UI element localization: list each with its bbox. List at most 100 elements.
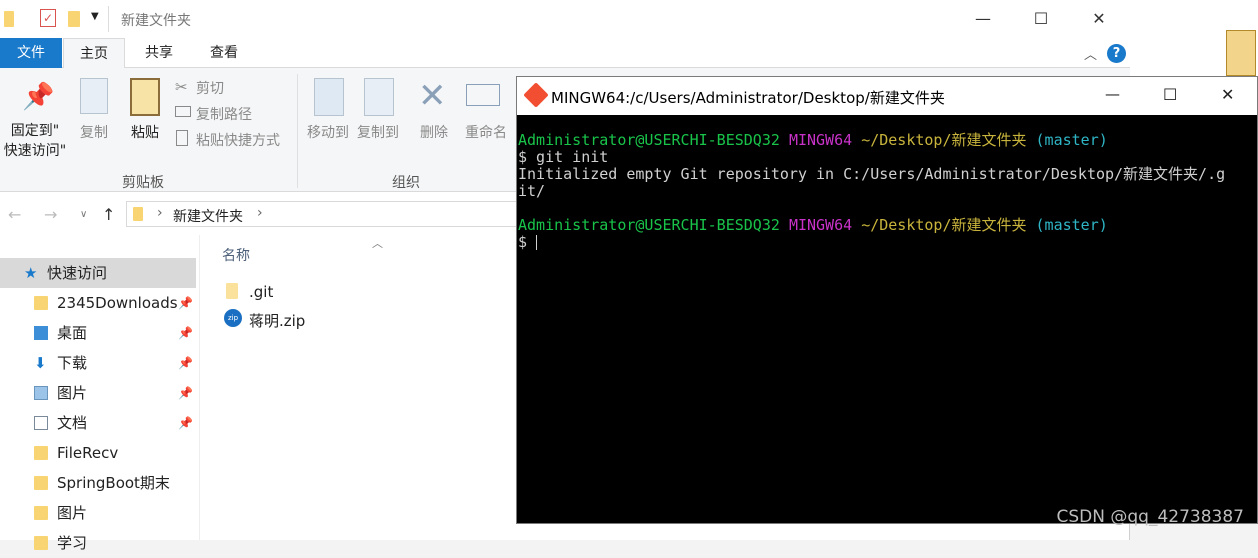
maximize-button[interactable]: ☐ xyxy=(1018,4,1064,34)
sidebar-item-pictures-folder[interactable]: 图片 xyxy=(0,498,196,528)
desktop-file-icon xyxy=(1226,30,1256,76)
navigation-pane: ★ 快速访问 2345Downloads 📌 桌面 📌 ⬇ 下载 📌 图片 📌 … xyxy=(0,235,200,552)
rename-button[interactable]: 重命名 xyxy=(460,122,512,142)
file-name: 蒋明.zip xyxy=(249,312,306,330)
copy-to-button[interactable]: 复制到 xyxy=(352,122,404,142)
paste-icon xyxy=(130,78,160,116)
prompt-env: MINGW64 xyxy=(788,131,853,149)
tab-view[interactable]: 查看 xyxy=(193,38,255,68)
list-item[interactable]: zip 蒋明.zip xyxy=(220,308,440,330)
recent-locations-icon[interactable]: ∨ xyxy=(80,209,87,220)
copy-path-button[interactable]: 复制路径 xyxy=(196,104,252,124)
ribbon-tabs: 文件 主页 共享 查看 ︿ ? xyxy=(0,38,1130,69)
tab-file[interactable]: 文件 xyxy=(0,38,62,68)
title-bar: ✓ ▼ 新建文件夹 — ☐ ✕ xyxy=(0,0,1130,38)
minimize-button[interactable]: — xyxy=(960,4,1006,34)
address-bar[interactable]: › 新建文件夹 › xyxy=(126,201,526,227)
terminal-output[interactable]: Administrator@USERCHI-BESDQ32 MINGW64 ~/… xyxy=(518,115,1256,523)
terminal-maximize-button[interactable]: ☐ xyxy=(1163,85,1177,104)
forward-icon[interactable]: → xyxy=(44,205,57,224)
folder-icon xyxy=(34,506,48,520)
help-icon[interactable]: ? xyxy=(1107,44,1126,63)
sidebar-item-documents[interactable]: 文档 📌 xyxy=(0,408,196,438)
sidebar-item-label: 学习 xyxy=(57,534,88,552)
prompt-line: Administrator@USERCHI-BESDQ32 MINGW64 ~/… xyxy=(518,217,1256,234)
sort-ascending-icon: ︿ xyxy=(372,237,383,250)
cut-button[interactable]: 剪切 xyxy=(196,78,224,98)
output-line: Initialized empty Git repository in C:/U… xyxy=(518,165,1226,183)
move-to-button[interactable]: 移动到 xyxy=(302,122,354,142)
chevron-down-icon[interactable]: ▼ xyxy=(91,11,99,22)
terminal-close-button[interactable]: ✕ xyxy=(1221,85,1234,104)
delete-button[interactable]: 删除 xyxy=(412,122,456,142)
sidebar-item-filerecv[interactable]: FileRecv xyxy=(0,438,196,468)
pin-icon: 📌 xyxy=(178,386,193,400)
sidebar-item-2345downloads[interactable]: 2345Downloads 📌 xyxy=(0,288,196,318)
sidebar-item-label: 快速访问 xyxy=(47,264,108,282)
group-clipboard-label: 剪贴板 xyxy=(122,175,164,191)
documents-icon xyxy=(34,416,48,430)
sidebar-item-label: 文档 xyxy=(57,414,88,432)
sidebar-item-label: FileRecv xyxy=(57,444,119,462)
terminal-title: MINGW64:/c/Users/Administrator/Desktop/新… xyxy=(551,89,945,107)
command-line: $ git init xyxy=(518,148,609,166)
prompt-branch: (master) xyxy=(1035,131,1108,149)
pin-to-quick-access-button[interactable]: 固定到" 快速访问" xyxy=(2,120,68,160)
collapse-ribbon-icon[interactable]: ︿ xyxy=(1084,44,1097,63)
pin-label-line-1: 固定到" xyxy=(10,123,60,139)
output-line: it/ xyxy=(518,182,546,200)
terminal-title-bar: MINGW64:/c/Users/Administrator/Desktop/新… xyxy=(517,77,1257,115)
sidebar-item-springboot[interactable]: SpringBoot期末 xyxy=(0,468,196,498)
breadcrumb-separator: › xyxy=(257,205,263,221)
column-header-name[interactable]: 名称 xyxy=(222,245,250,265)
folder-icon xyxy=(34,296,48,310)
folder-icon xyxy=(34,476,48,490)
paste-shortcut-icon xyxy=(176,130,188,146)
list-item[interactable]: .git xyxy=(220,281,440,303)
properties-icon[interactable]: ✓ xyxy=(40,9,56,27)
sidebar-item-label: SpringBoot期末 xyxy=(57,474,170,492)
watermark: CSDN @qq_42738387 xyxy=(1056,507,1244,527)
sidebar-item-label: 2345Downloads xyxy=(57,294,178,312)
move-to-icon xyxy=(314,78,344,116)
breadcrumb-current[interactable]: 新建文件夹 xyxy=(173,206,243,226)
sidebar-item-downloads[interactable]: ⬇ 下载 📌 xyxy=(0,348,196,378)
pin-icon: 📌 xyxy=(22,82,55,112)
sidebar-item-study[interactable]: 学习 xyxy=(0,528,196,558)
file-name: .git xyxy=(249,283,274,301)
delete-icon: ✕ xyxy=(418,76,447,116)
scissors-icon: ✂ xyxy=(175,78,188,96)
pin-label-line-2: 快速访问" xyxy=(3,143,67,159)
input-line[interactable]: $ xyxy=(518,234,1256,251)
tab-home[interactable]: 主页 xyxy=(63,38,125,69)
tab-share[interactable]: 共享 xyxy=(128,38,190,68)
back-icon[interactable]: ← xyxy=(8,205,21,224)
sidebar-item-pictures[interactable]: 图片 📌 xyxy=(0,378,196,408)
paste-shortcut-button[interactable]: 粘贴快捷方式 xyxy=(196,130,280,150)
breadcrumb-separator: › xyxy=(157,205,163,221)
window-title: 新建文件夹 xyxy=(121,13,191,29)
sidebar-item-quick-access[interactable]: ★ 快速访问 xyxy=(0,258,196,288)
prompt-line: Administrator@USERCHI-BESDQ32 MINGW64 ~/… xyxy=(518,132,1256,149)
prompt-branch: (master) xyxy=(1035,216,1108,234)
new-folder-icon[interactable] xyxy=(68,11,80,27)
git-bash-terminal-window[interactable]: MINGW64:/c/Users/Administrator/Desktop/新… xyxy=(516,76,1258,524)
prompt-symbol: $ xyxy=(518,233,528,251)
copy-button[interactable]: 复制 xyxy=(72,122,116,142)
up-icon[interactable]: ↑ xyxy=(102,205,115,224)
desktop-background xyxy=(1130,0,1258,76)
sidebar-item-label: 桌面 xyxy=(57,324,88,342)
pin-icon: 📌 xyxy=(178,356,193,370)
star-icon: ★ xyxy=(24,264,38,282)
paste-button[interactable]: 粘贴 xyxy=(122,122,168,142)
rename-icon xyxy=(466,84,500,106)
sidebar-item-label: 图片 xyxy=(57,504,88,522)
text-cursor xyxy=(536,235,538,250)
terminal-minimize-button[interactable]: — xyxy=(1105,85,1120,103)
close-button[interactable]: ✕ xyxy=(1076,4,1122,34)
pin-icon: 📌 xyxy=(178,326,193,340)
divider xyxy=(108,6,109,32)
pin-icon: 📌 xyxy=(178,416,193,430)
sidebar-item-desktop[interactable]: 桌面 📌 xyxy=(0,318,196,348)
folder-icon xyxy=(133,207,143,221)
